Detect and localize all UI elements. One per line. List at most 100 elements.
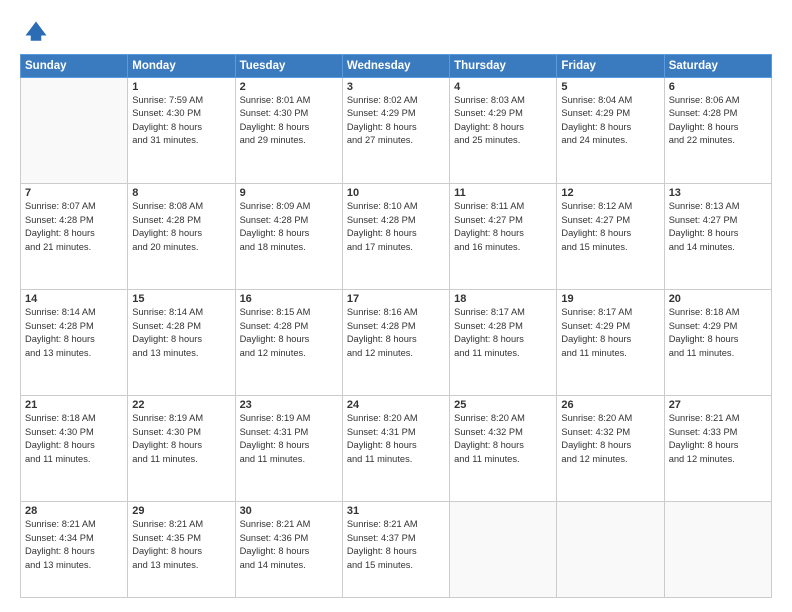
calendar-cell: 10Sunrise: 8:10 AMSunset: 4:28 PMDayligh… xyxy=(342,184,449,290)
day-info: Sunrise: 8:01 AMSunset: 4:30 PMDaylight:… xyxy=(240,94,338,148)
day-info-line: Sunset: 4:28 PM xyxy=(132,215,201,225)
calendar-cell: 22Sunrise: 8:19 AMSunset: 4:30 PMDayligh… xyxy=(128,396,235,502)
day-info-line: Sunrise: 8:08 AM xyxy=(132,201,203,211)
day-info-line: Sunset: 4:28 PM xyxy=(347,321,416,331)
day-info-line: and 17 minutes. xyxy=(347,242,413,252)
day-info-line: Daylight: 8 hours xyxy=(454,440,524,450)
day-info-line: Daylight: 8 hours xyxy=(132,334,202,344)
day-info-line: Sunrise: 8:13 AM xyxy=(669,201,740,211)
day-info: Sunrise: 8:21 AMSunset: 4:34 PMDaylight:… xyxy=(25,518,123,572)
day-info-line: Daylight: 8 hours xyxy=(561,122,631,132)
day-info-line: Sunset: 4:36 PM xyxy=(240,533,309,543)
day-info-line: Sunrise: 8:20 AM xyxy=(561,413,632,423)
day-info-line: Sunrise: 8:10 AM xyxy=(347,201,418,211)
calendar-cell: 15Sunrise: 8:14 AMSunset: 4:28 PMDayligh… xyxy=(128,290,235,396)
day-info-line: Daylight: 8 hours xyxy=(454,228,524,238)
calendar-cell: 7Sunrise: 8:07 AMSunset: 4:28 PMDaylight… xyxy=(21,184,128,290)
day-info-line: Daylight: 8 hours xyxy=(561,440,631,450)
calendar-page: SundayMondayTuesdayWednesdayThursdayFrid… xyxy=(0,0,792,612)
day-info-line: and 18 minutes. xyxy=(240,242,306,252)
calendar-cell: 13Sunrise: 8:13 AMSunset: 4:27 PMDayligh… xyxy=(664,184,771,290)
day-info-line: Daylight: 8 hours xyxy=(240,440,310,450)
day-info-line: and 11 minutes. xyxy=(132,454,197,464)
calendar-cell: 3Sunrise: 8:02 AMSunset: 4:29 PMDaylight… xyxy=(342,78,449,184)
day-info: Sunrise: 8:09 AMSunset: 4:28 PMDaylight:… xyxy=(240,200,338,254)
day-info-line: Sunrise: 8:21 AM xyxy=(132,519,203,529)
day-info-line: and 29 minutes. xyxy=(240,135,306,145)
day-info-line: and 21 minutes. xyxy=(25,242,91,252)
day-info-line: Daylight: 8 hours xyxy=(25,228,95,238)
calendar-cell xyxy=(557,502,664,598)
calendar-cell: 19Sunrise: 8:17 AMSunset: 4:29 PMDayligh… xyxy=(557,290,664,396)
calendar-cell: 11Sunrise: 8:11 AMSunset: 4:27 PMDayligh… xyxy=(450,184,557,290)
day-info: Sunrise: 8:21 AMSunset: 4:35 PMDaylight:… xyxy=(132,518,230,572)
calendar-cell: 1Sunrise: 7:59 AMSunset: 4:30 PMDaylight… xyxy=(128,78,235,184)
day-info-line: Sunrise: 8:06 AM xyxy=(669,95,740,105)
day-info-line: and 12 minutes. xyxy=(240,348,306,358)
day-info-line: Sunset: 4:28 PM xyxy=(669,108,738,118)
calendar-cell: 16Sunrise: 8:15 AMSunset: 4:28 PMDayligh… xyxy=(235,290,342,396)
calendar-cell: 4Sunrise: 8:03 AMSunset: 4:29 PMDaylight… xyxy=(450,78,557,184)
day-number: 10 xyxy=(347,187,445,199)
day-info-line: Daylight: 8 hours xyxy=(347,440,417,450)
calendar-cell: 28Sunrise: 8:21 AMSunset: 4:34 PMDayligh… xyxy=(21,502,128,598)
calendar-header-row: SundayMondayTuesdayWednesdayThursdayFrid… xyxy=(21,55,772,78)
day-info-line: Sunset: 4:35 PM xyxy=(132,533,201,543)
calendar-cell: 27Sunrise: 8:21 AMSunset: 4:33 PMDayligh… xyxy=(664,396,771,502)
calendar-cell: 12Sunrise: 8:12 AMSunset: 4:27 PMDayligh… xyxy=(557,184,664,290)
day-number: 29 xyxy=(132,505,230,517)
day-number: 26 xyxy=(561,399,659,411)
logo xyxy=(20,18,50,46)
day-info-line: Sunset: 4:31 PM xyxy=(347,427,416,437)
calendar-cell xyxy=(664,502,771,598)
day-info-line: Daylight: 8 hours xyxy=(561,334,631,344)
day-info-line: Sunset: 4:32 PM xyxy=(454,427,523,437)
calendar-header-monday: Monday xyxy=(128,55,235,78)
day-info-line: Sunrise: 8:12 AM xyxy=(561,201,632,211)
day-info-line: and 22 minutes. xyxy=(669,135,735,145)
day-number: 20 xyxy=(669,293,767,305)
day-info-line: Sunrise: 8:21 AM xyxy=(240,519,311,529)
calendar-cell: 6Sunrise: 8:06 AMSunset: 4:28 PMDaylight… xyxy=(664,78,771,184)
day-number: 15 xyxy=(132,293,230,305)
day-info-line: Sunset: 4:30 PM xyxy=(132,427,201,437)
day-info-line: Sunset: 4:28 PM xyxy=(454,321,523,331)
day-info-line: and 15 minutes. xyxy=(347,560,413,570)
calendar-body: 1Sunrise: 7:59 AMSunset: 4:30 PMDaylight… xyxy=(21,78,772,598)
calendar-cell: 29Sunrise: 8:21 AMSunset: 4:35 PMDayligh… xyxy=(128,502,235,598)
day-info-line: Sunset: 4:29 PM xyxy=(561,321,630,331)
day-info-line: Sunrise: 8:01 AM xyxy=(240,95,311,105)
day-info-line: Daylight: 8 hours xyxy=(240,546,310,556)
day-info-line: Sunrise: 8:19 AM xyxy=(132,413,203,423)
calendar-header-sunday: Sunday xyxy=(21,55,128,78)
day-info-line: Sunrise: 8:14 AM xyxy=(132,307,203,317)
day-info-line: Daylight: 8 hours xyxy=(669,334,739,344)
day-info-line: Daylight: 8 hours xyxy=(347,334,417,344)
day-info-line: and 12 minutes. xyxy=(347,348,413,358)
day-info-line: Sunrise: 8:20 AM xyxy=(454,413,525,423)
day-info-line: and 24 minutes. xyxy=(561,135,627,145)
day-number: 13 xyxy=(669,187,767,199)
day-info-line: Sunrise: 8:11 AM xyxy=(454,201,524,211)
day-info-line: and 11 minutes. xyxy=(454,348,519,358)
calendar-cell: 21Sunrise: 8:18 AMSunset: 4:30 PMDayligh… xyxy=(21,396,128,502)
calendar-cell: 20Sunrise: 8:18 AMSunset: 4:29 PMDayligh… xyxy=(664,290,771,396)
day-info-line: Sunrise: 8:16 AM xyxy=(347,307,418,317)
day-number: 30 xyxy=(240,505,338,517)
day-info-line: Sunset: 4:37 PM xyxy=(347,533,416,543)
header xyxy=(20,18,772,46)
day-info: Sunrise: 8:02 AMSunset: 4:29 PMDaylight:… xyxy=(347,94,445,148)
day-info-line: Sunset: 4:27 PM xyxy=(669,215,738,225)
calendar-cell: 2Sunrise: 8:01 AMSunset: 4:30 PMDaylight… xyxy=(235,78,342,184)
day-info-line: Daylight: 8 hours xyxy=(561,228,631,238)
day-info-line: Sunset: 4:29 PM xyxy=(454,108,523,118)
calendar-cell xyxy=(450,502,557,598)
day-info-line: Daylight: 8 hours xyxy=(25,440,95,450)
day-number: 27 xyxy=(669,399,767,411)
calendar-cell: 8Sunrise: 8:08 AMSunset: 4:28 PMDaylight… xyxy=(128,184,235,290)
day-info-line: Daylight: 8 hours xyxy=(347,546,417,556)
day-info-line: and 12 minutes. xyxy=(669,454,735,464)
day-info-line: and 13 minutes. xyxy=(132,560,198,570)
day-info-line: Daylight: 8 hours xyxy=(669,440,739,450)
day-info-line: and 11 minutes. xyxy=(347,454,412,464)
